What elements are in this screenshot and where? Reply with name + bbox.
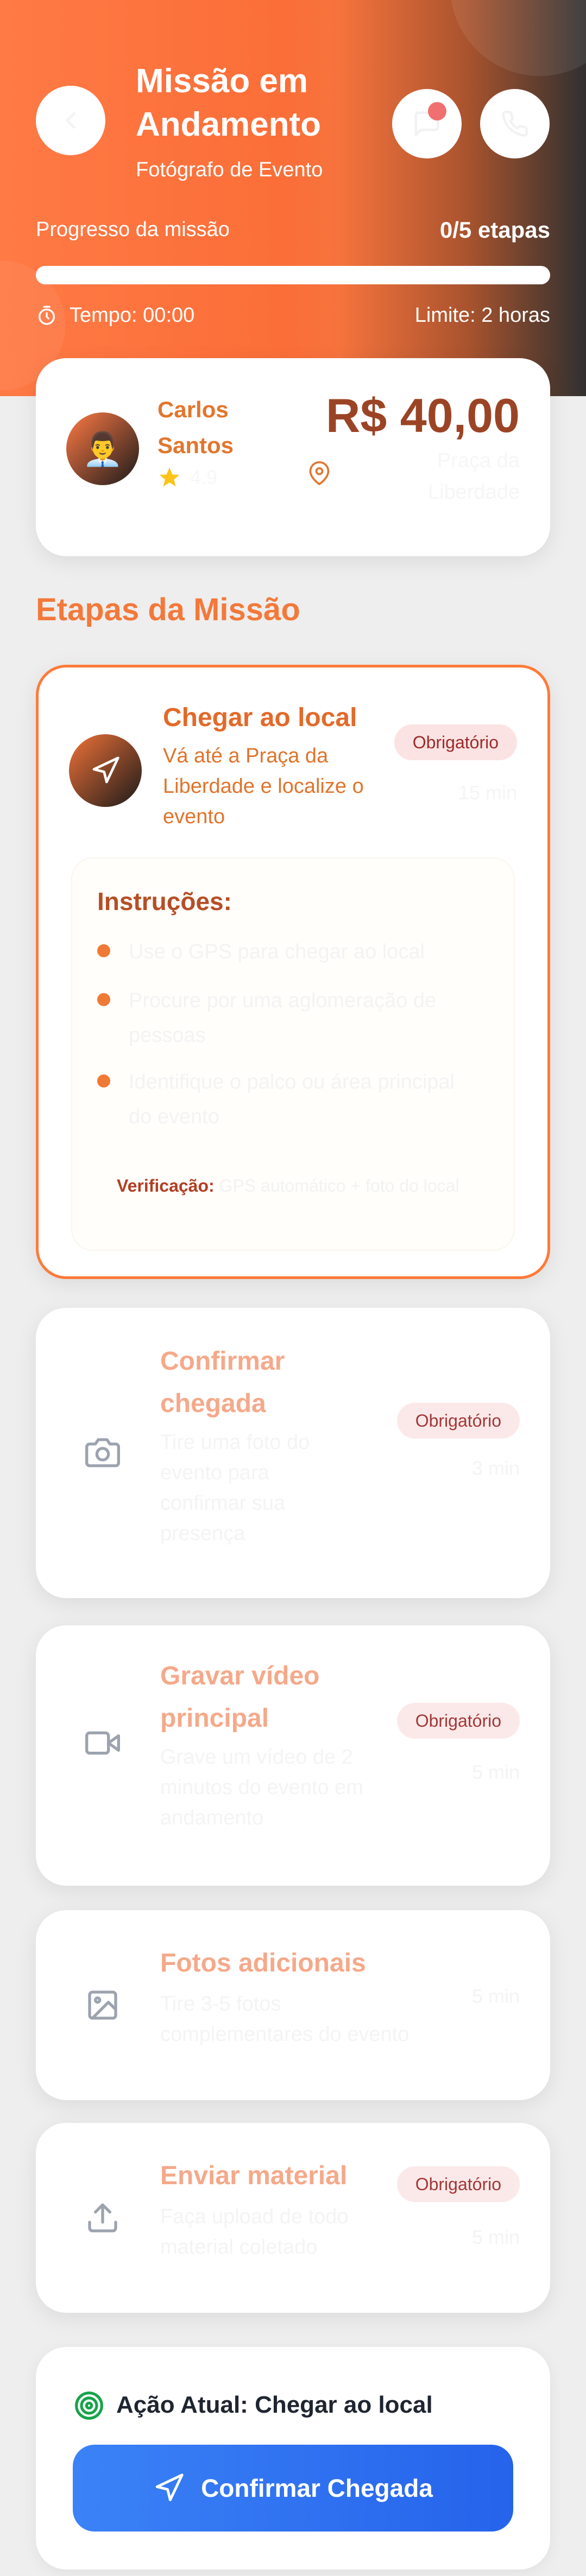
client-rating: 4.9 — [157, 466, 217, 489]
client-name: Carlos Santos — [157, 397, 234, 458]
required-badge: Obrigatório — [394, 724, 517, 760]
step-duration: 15 min — [458, 781, 517, 804]
avatar: 👨‍💼 — [66, 412, 139, 485]
steps-section-title: Etapas da Missão — [36, 592, 300, 627]
back-button[interactable] — [36, 86, 105, 155]
client-card: 👨‍💼 Carlos Santos 4.9 R$ 40,00 Praça da … — [36, 358, 550, 556]
instruction-item: Identifique o palco ou área principal do… — [97, 1065, 476, 1134]
step-icon-container — [66, 1707, 139, 1779]
instruction-text: Identifique o palco ou área principal do… — [129, 1071, 455, 1128]
decorative-circle — [450, 0, 586, 76]
step-card[interactable]: Enviar material Faça upload de todo mate… — [36, 2123, 550, 2313]
step-card[interactable]: Gravar vídeo principal Grave um vídeo de… — [36, 1625, 550, 1886]
step-icon-container — [66, 1969, 139, 2041]
step-icon-container — [69, 734, 142, 807]
image-icon — [88, 1990, 117, 2020]
star-icon — [159, 467, 180, 487]
page-title: Missão em Andamento — [136, 62, 321, 143]
step-icon-container — [66, 1416, 139, 1489]
step-description: Vá até a Praça da Liberdade e localize o… — [163, 745, 364, 828]
timer-text: Tempo: 00:00 — [70, 304, 195, 327]
instructions-panel: Instruções: Use o GPS para chegar ao loc… — [71, 857, 515, 1251]
call-button[interactable] — [480, 89, 550, 158]
timer: Tempo: 00:00 — [36, 304, 194, 327]
bullet-dot — [97, 993, 110, 1006]
step-description: Tire 3-5 fotos complementares do evento — [160, 1993, 409, 2046]
step-title: Chegar ao local — [163, 703, 357, 732]
step-duration: 3 min — [471, 1457, 520, 1479]
phone-icon — [502, 111, 528, 137]
progress-value: 0/5 etapas — [439, 217, 550, 243]
step-duration: 5 min — [471, 1985, 520, 2007]
navigation-arrow-icon — [92, 756, 119, 784]
upload-icon — [88, 2203, 117, 2232]
chat-button[interactable] — [392, 89, 462, 158]
verification-label: Verificação: — [117, 1176, 215, 1195]
step-card[interactable]: Fotos adicionais Tire 3-5 fotos compleme… — [36, 1910, 550, 2100]
verification-info: Verificação: GPS automático + foto do lo… — [117, 1176, 459, 1196]
required-badge: Obrigatório — [396, 1703, 520, 1739]
notification-dot — [428, 102, 446, 120]
instruction-item: Procure por uma aglomeração de pessoas — [97, 983, 476, 1053]
camera-icon — [85, 1438, 120, 1467]
step-card[interactable]: Confirmar chegada Tire uma foto do event… — [36, 1308, 550, 1598]
navigation-arrow-icon — [155, 2473, 184, 2502]
step-card-active[interactable]: Chegar ao local Vá até a Praça da Liberd… — [36, 665, 550, 1279]
current-action-label: Ação Atual: Chegar ao local — [116, 2391, 433, 2418]
step-description: Grave um vídeo de 2 minutos do evento em… — [160, 1746, 363, 1829]
time-limit: Limite: 2 horas — [414, 304, 550, 327]
instruction-item: Use o GPS para chegar ao local — [97, 934, 476, 969]
mission-header: Missão em Andamento Fotógrafo de Evento … — [0, 0, 586, 396]
bullet-dot — [97, 1074, 110, 1087]
current-action-panel: Ação Atual: Chegar ao local Confirmar Ch… — [36, 2347, 550, 2569]
mission-location: Praça da Liberdade — [427, 449, 520, 504]
required-badge: Obrigatório — [396, 1403, 520, 1439]
stopwatch-icon — [39, 306, 55, 325]
step-description: Tire uma foto do evento para confirmar s… — [160, 1431, 310, 1545]
video-camera-icon — [85, 1731, 120, 1755]
bullet-dot — [97, 944, 110, 957]
step-title: Confirmar chegada — [160, 1347, 285, 1418]
instructions-title: Instruções: — [97, 887, 232, 915]
instruction-text: Use o GPS para chegar ao local — [129, 940, 425, 963]
verification-text: GPS automático + foto do local — [219, 1176, 459, 1195]
instruction-text: Procure por uma aglomeração de pessoas — [129, 989, 437, 1047]
step-title: Enviar material — [160, 2161, 348, 2190]
progress-bar — [36, 266, 550, 284]
progress-label: Progresso da missão — [36, 218, 230, 241]
step-title: Fotos adicionais — [160, 1949, 366, 1977]
chevron-left-icon — [66, 112, 75, 129]
confirm-arrival-label: Confirmar Chegada — [201, 2474, 433, 2502]
step-description: Faça upload de todo material coletado — [160, 2205, 349, 2259]
mission-price: R$ 40,00 — [325, 389, 520, 442]
page-subtitle: Fotógrafo de Evento — [136, 158, 323, 181]
map-pin-icon — [309, 461, 330, 485]
step-duration: 5 min — [471, 2226, 520, 2248]
avatar-emoji: 👨‍💼 — [82, 430, 123, 467]
confirm-arrival-button[interactable]: Confirmar Chegada — [73, 2445, 513, 2532]
step-icon-container — [66, 2181, 139, 2254]
step-duration: 5 min — [471, 1761, 520, 1783]
step-title: Gravar vídeo principal — [160, 1662, 320, 1733]
required-badge: Obrigatório — [396, 2166, 520, 2202]
rating-value: 4.9 — [190, 466, 218, 488]
target-icon — [75, 2391, 103, 2420]
